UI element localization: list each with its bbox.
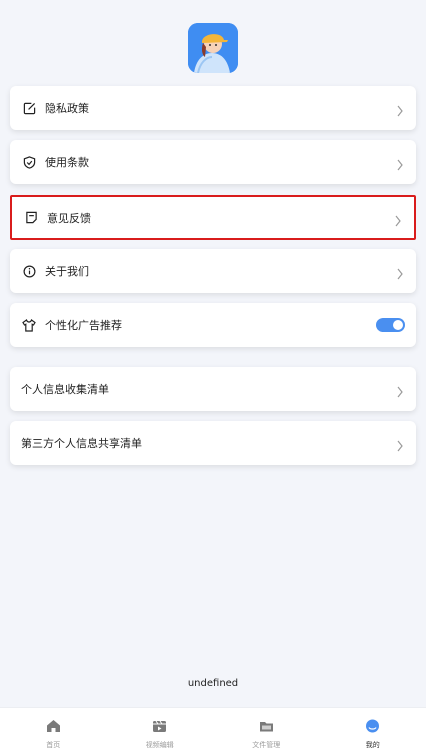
- app-avatar: [188, 23, 238, 73]
- third-party-sharing-list-item[interactable]: 第三方个人信息共享清单: [10, 421, 416, 465]
- home-icon: [46, 718, 61, 737]
- chevron-right-icon: [396, 265, 404, 280]
- bottom-tab-bar: 首页 视频编辑 文件管理 我的: [0, 707, 426, 750]
- folder-icon: [259, 718, 274, 737]
- feedback-label: 意见反馈: [47, 211, 91, 225]
- terms-of-use-label: 使用条款: [45, 156, 89, 169]
- privacy-policy-label: 隐私政策: [45, 102, 89, 115]
- personal-info-list-item[interactable]: 个人信息收集清单: [10, 367, 416, 411]
- edit-icon: [22, 101, 36, 115]
- footer-text: undefined: [187, 678, 239, 689]
- chevron-right-icon: [396, 437, 404, 452]
- chevron-right-icon: [394, 212, 402, 226]
- toggle-knob: [393, 320, 403, 330]
- tshirt-icon: [22, 318, 36, 332]
- tab-video-edit[interactable]: 视频编辑: [107, 708, 214, 750]
- privacy-policy-item[interactable]: 隐私政策: [10, 86, 416, 130]
- tab-video-edit-label: 视频编辑: [145, 741, 174, 749]
- tab-mine[interactable]: 我的: [320, 708, 426, 750]
- personalized-ads-toggle[interactable]: [376, 318, 405, 332]
- third-party-sharing-list-label: 第三方个人信息共享清单: [21, 437, 142, 450]
- personalized-ads-item: 个性化广告推荐: [10, 303, 416, 347]
- personalized-ads-label: 个性化广告推荐: [45, 319, 122, 332]
- tab-home[interactable]: 首页: [0, 708, 107, 750]
- terms-of-use-item[interactable]: 使用条款: [10, 140, 416, 184]
- tab-mine-label: 我的: [365, 741, 380, 749]
- shield-check-icon: [22, 155, 36, 169]
- feedback-item[interactable]: 意见反馈: [10, 195, 416, 240]
- tab-file-manager-label: 文件管理: [252, 741, 281, 749]
- about-us-label: 关于我们: [45, 265, 89, 278]
- chevron-right-icon: [396, 102, 404, 117]
- chevron-right-icon: [396, 383, 404, 398]
- info-icon: [22, 264, 36, 278]
- video-edit-icon: [152, 718, 167, 737]
- chevron-right-icon: [396, 156, 404, 171]
- feedback-icon: [24, 211, 38, 225]
- tab-file-manager[interactable]: 文件管理: [213, 708, 320, 750]
- profile-icon: [365, 718, 380, 737]
- personal-info-list-label: 个人信息收集清单: [21, 383, 109, 396]
- tab-home-label: 首页: [46, 741, 61, 749]
- about-us-item[interactable]: 关于我们: [10, 249, 416, 293]
